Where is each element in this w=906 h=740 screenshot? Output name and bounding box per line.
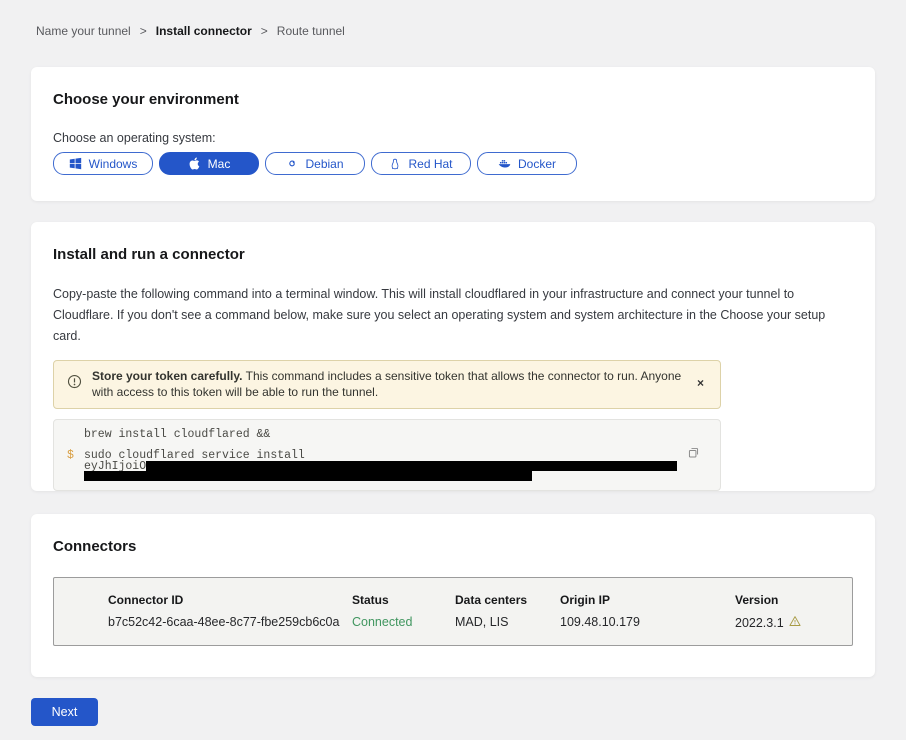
docker-icon xyxy=(498,157,511,170)
choose-environment-card: Choose your environment Choose an operat… xyxy=(31,67,875,201)
token-warning-banner: Store your token carefully. This command… xyxy=(53,360,721,409)
breadcrumb: Name your tunnel > Install connector > R… xyxy=(0,0,906,38)
connectors-table: Connector ID Status Data centers Origin … xyxy=(53,577,853,646)
col-header-data-centers: Data centers xyxy=(455,593,560,607)
data-centers-value: MAD, LIS xyxy=(455,615,560,630)
warning-message: Store your token carefully. This command… xyxy=(92,369,682,400)
col-header-version: Version xyxy=(735,593,852,607)
os-button-label: Debian xyxy=(305,157,343,171)
redhat-linux-icon xyxy=(389,158,401,170)
install-command-code-block: $ brew install cloudflared && sudo cloud… xyxy=(53,419,721,491)
breadcrumb-route-tunnel[interactable]: Route tunnel xyxy=(277,24,345,38)
col-header-connector-id: Connector ID xyxy=(108,593,352,607)
breadcrumb-separator: > xyxy=(261,24,268,38)
copy-icon[interactable] xyxy=(685,444,702,464)
close-icon[interactable]: × xyxy=(697,377,704,389)
breadcrumb-name-your-tunnel[interactable]: Name your tunnel xyxy=(36,24,131,38)
version-number: 2022.3.1 xyxy=(735,616,784,630)
os-button-label: Red Hat xyxy=(408,157,452,171)
warning-message-bold: Store your token carefully. xyxy=(92,369,243,383)
status-badge: Connected xyxy=(352,615,455,630)
install-description: Copy-paste the following command into a … xyxy=(53,284,853,347)
table-row: b7c52c42-6caa-48ee-8c77-fbe259cb6c0a Con… xyxy=(108,615,852,630)
os-button-docker[interactable]: Docker xyxy=(477,152,577,175)
breadcrumb-install-connector[interactable]: Install connector xyxy=(156,24,252,38)
col-header-origin-ip: Origin IP xyxy=(560,593,735,607)
os-button-label: Mac xyxy=(208,157,231,171)
card-title-connectors: Connectors xyxy=(53,538,853,555)
origin-ip-value: 109.48.10.179 xyxy=(560,615,735,630)
col-header-status: Status xyxy=(352,593,455,607)
os-select-label: Choose an operating system: xyxy=(53,131,853,145)
code-line-1: brew install cloudflared && xyxy=(84,428,270,441)
redacted-token-bar-1 xyxy=(146,461,677,471)
install-connector-card: Install and run a connector Copy-paste t… xyxy=(31,222,875,491)
version-value: 2022.3.1 xyxy=(735,615,852,630)
apple-icon xyxy=(188,157,201,170)
card-title-environment: Choose your environment xyxy=(53,91,853,108)
os-button-windows[interactable]: Windows xyxy=(53,152,153,175)
card-title-install: Install and run a connector xyxy=(53,246,853,263)
windows-icon xyxy=(69,157,82,170)
os-button-label: Docker xyxy=(518,157,556,171)
connector-id-value: b7c52c42-6caa-48ee-8c77-fbe259cb6c0a xyxy=(108,615,352,630)
os-button-debian[interactable]: Debian xyxy=(265,152,365,175)
redacted-token-bar-2 xyxy=(84,471,532,481)
debian-icon xyxy=(286,158,298,170)
os-button-label: Windows xyxy=(89,157,138,171)
terminal-prompt: $ xyxy=(67,449,74,462)
breadcrumb-separator: > xyxy=(140,24,147,38)
warning-triangle-icon xyxy=(789,615,801,630)
os-button-redhat[interactable]: Red Hat xyxy=(371,152,471,175)
table-header-row: Connector ID Status Data centers Origin … xyxy=(108,593,852,607)
next-button[interactable]: Next xyxy=(31,698,98,726)
os-button-mac[interactable]: Mac xyxy=(159,152,259,175)
info-icon xyxy=(67,374,82,394)
connectors-card: Connectors Connector ID Status Data cent… xyxy=(31,514,875,677)
os-button-group: Windows Mac Debian Red Hat Docker xyxy=(53,152,853,175)
